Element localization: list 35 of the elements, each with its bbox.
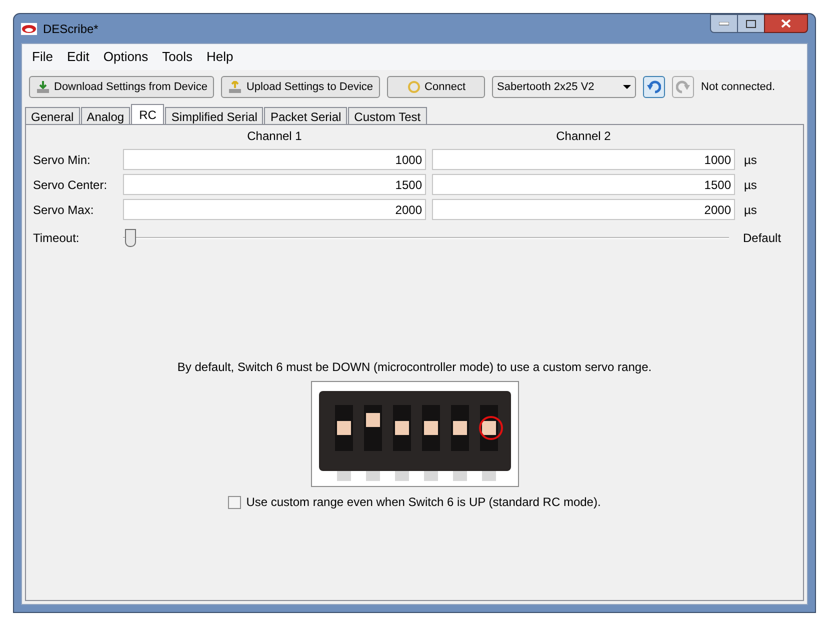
upload-button[interactable]: Upload Settings to Device bbox=[221, 76, 380, 98]
field-label: Servo Center: bbox=[33, 176, 108, 194]
download-button[interactable]: Download Settings from Device bbox=[29, 76, 214, 98]
tab[interactable]: General bbox=[25, 107, 80, 124]
number-field[interactable]: 2000 bbox=[432, 199, 735, 220]
tab[interactable]: Custom Test bbox=[348, 107, 427, 124]
number-field[interactable]: 1500 bbox=[123, 174, 426, 195]
unit-label: µs bbox=[744, 152, 758, 168]
info-text: By default, Switch 6 must be DOWN (microcontroller mode) to use a custom servo range. bbox=[177, 359, 652, 376]
number-field[interactable]: 1000 bbox=[123, 149, 426, 170]
menu-item[interactable]: File bbox=[25, 47, 60, 67]
checkbox-label: Use custom range even when Switch 6 is UP (standard RC mode). bbox=[246, 494, 601, 511]
number-field[interactable]: 1500 bbox=[432, 174, 735, 195]
menu-item[interactable]: Help bbox=[200, 47, 240, 67]
column-header: Channel 1 bbox=[247, 128, 302, 145]
slider-label: Timeout: bbox=[33, 230, 80, 247]
tab[interactable]: Analog bbox=[80, 107, 130, 124]
tab[interactable]: RC bbox=[131, 104, 164, 124]
slider-reading: Default bbox=[743, 230, 782, 247]
field-label: Servo Min: bbox=[33, 152, 92, 168]
device-dropdown[interactable]: Sabertooth 2x25 V2 bbox=[492, 76, 636, 98]
unit-label: µs bbox=[744, 202, 758, 218]
tab[interactable]: Packet Serial bbox=[264, 107, 348, 124]
connect-button[interactable]: Connect bbox=[387, 76, 486, 98]
tab[interactable]: Simplified Serial bbox=[165, 107, 264, 124]
menu-item[interactable]: Options bbox=[96, 47, 156, 67]
connection-status: Not connected. bbox=[701, 80, 776, 95]
column-header: Channel 2 bbox=[556, 128, 611, 145]
menu-item[interactable]: Tools bbox=[155, 47, 200, 67]
menu-item[interactable]: Edit bbox=[60, 47, 96, 67]
number-field[interactable]: 2000 bbox=[123, 199, 426, 220]
number-field[interactable]: 1000 bbox=[432, 149, 735, 170]
window-title: DEScribe* bbox=[43, 20, 98, 38]
field-label: Servo Max: bbox=[33, 202, 95, 218]
unit-label: µs bbox=[744, 176, 758, 194]
